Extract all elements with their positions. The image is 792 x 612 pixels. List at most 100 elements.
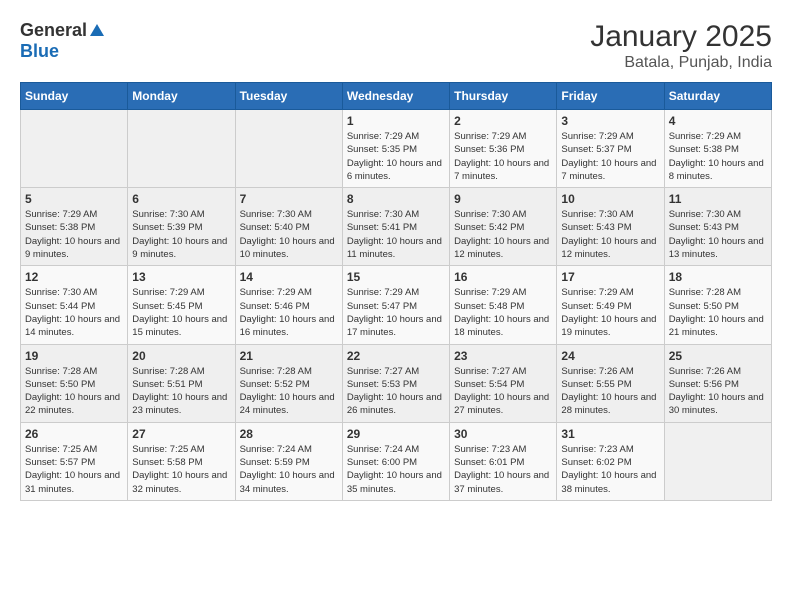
calendar-day-cell: 25Sunrise: 7:26 AMSunset: 5:56 PMDayligh… [664,344,771,422]
day-detail: Sunrise: 7:30 AMSunset: 5:40 PMDaylight:… [240,208,338,261]
calendar-day-cell: 26 Sunrise: 7:25 AMSunset: 5:57 PMDayligh… [21,422,128,500]
day-number: 5 [25,192,123,206]
day-number: 21 [240,349,338,363]
calendar-day-cell: 11Sunrise: 7:30 AMSunset: 5:43 PMDayligh… [664,188,771,266]
weekday-header: Tuesday [235,83,342,110]
day-number: 20 [132,349,230,363]
day-number: 13 [132,270,230,284]
weekday-header: Monday [128,83,235,110]
day-number: 7 [240,192,338,206]
calendar-day-cell: 19 Sunrise: 7:28 AMSunset: 5:50 PMDayligh… [21,344,128,422]
day-number: 28 [240,427,338,441]
calendar-title: January 2025 [590,20,772,54]
day-number: 4 [669,114,767,128]
day-number: 29 [347,427,445,441]
day-detail: Sunrise: 7:30 AMSunset: 5:43 PMDaylight:… [561,208,659,261]
day-number: 1 [347,114,445,128]
calendar-week-row: 1 Sunrise: 7:29 AMSunset: 5:35 PMDaylight… [21,110,772,188]
day-detail: Sunrise: 7:25 AMSunset: 5:58 PMDaylight:… [132,443,230,496]
day-detail: Sunrise: 7:25 AMSunset: 5:57 PMDaylight:… [25,443,123,496]
day-number: 31 [561,427,659,441]
calendar-week-row: 12Sunrise: 7:30 AMSunset: 5:44 PMDayligh… [21,266,772,344]
day-detail: Sunrise: 7:29 AMSunset: 5:38 PMDaylight:… [25,208,123,261]
day-number: 15 [347,270,445,284]
day-detail: Sunrise: 7:29 AMSunset: 5:36 PMDaylight:… [454,130,552,183]
weekday-header: Friday [557,83,664,110]
day-detail: Sunrise: 7:30 AMSunset: 5:42 PMDaylight:… [454,208,552,261]
calendar-day-cell: 9 Sunrise: 7:30 AMSunset: 5:42 PMDaylight… [450,188,557,266]
day-number: 30 [454,427,552,441]
day-number: 23 [454,349,552,363]
day-number: 14 [240,270,338,284]
calendar-day-cell: 28 Sunrise: 7:24 AMSunset: 5:59 PMDayligh… [235,422,342,500]
calendar-day-cell: 15Sunrise: 7:29 AMSunset: 5:47 PMDayligh… [342,266,449,344]
day-detail: Sunrise: 7:27 AMSunset: 5:54 PMDaylight:… [454,365,552,418]
page-header: General Blue January 2025 Batala, Punjab… [20,20,772,72]
calendar-day-cell [128,110,235,188]
day-number: 19 [25,349,123,363]
day-number: 18 [669,270,767,284]
day-number: 12 [25,270,123,284]
day-number: 11 [669,192,767,206]
calendar-week-row: 19 Sunrise: 7:28 AMSunset: 5:50 PMDayligh… [21,344,772,422]
day-detail: Sunrise: 7:24 AMSunset: 5:59 PMDaylight:… [240,443,338,496]
day-detail: Sunrise: 7:28 AMSunset: 5:50 PMDaylight:… [25,365,123,418]
calendar-day-cell: 21 Sunrise: 7:28 AMSunset: 5:52 PMDayligh… [235,344,342,422]
day-detail: Sunrise: 7:29 AMSunset: 5:45 PMDaylight:… [132,286,230,339]
title-block: January 2025 Batala, Punjab, India [590,20,772,72]
calendar-day-cell: 29 Sunrise: 7:24 AMSunset: 6:00 PMDayligh… [342,422,449,500]
day-number: 22 [347,349,445,363]
day-number: 2 [454,114,552,128]
calendar-day-cell [664,422,771,500]
calendar-week-row: 5 Sunrise: 7:29 AMSunset: 5:38 PMDaylight… [21,188,772,266]
weekday-header: Wednesday [342,83,449,110]
calendar-day-cell: 6 Sunrise: 7:30 AMSunset: 5:39 PMDaylight… [128,188,235,266]
day-detail: Sunrise: 7:29 AMSunset: 5:35 PMDaylight:… [347,130,445,183]
calendar-day-cell: 10 Sunrise: 7:30 AMSunset: 5:43 PMDayligh… [557,188,664,266]
day-number: 25 [669,349,767,363]
day-detail: Sunrise: 7:27 AMSunset: 5:53 PMDaylight:… [347,365,445,418]
day-number: 9 [454,192,552,206]
day-number: 16 [454,270,552,284]
calendar-day-cell: 22 Sunrise: 7:27 AMSunset: 5:53 PMDayligh… [342,344,449,422]
weekday-header: Saturday [664,83,771,110]
calendar-day-cell: 18 Sunrise: 7:28 AMSunset: 5:50 PMDayligh… [664,266,771,344]
day-number: 17 [561,270,659,284]
calendar-day-cell [21,110,128,188]
calendar-day-cell: 3Sunrise: 7:29 AMSunset: 5:37 PMDaylight… [557,110,664,188]
calendar-day-cell: 20 Sunrise: 7:28 AMSunset: 5:51 PMDayligh… [128,344,235,422]
day-detail: Sunrise: 7:24 AMSunset: 6:00 PMDaylight:… [347,443,445,496]
logo-general-text: General [20,20,87,41]
day-detail: Sunrise: 7:29 AMSunset: 5:37 PMDaylight:… [561,130,659,183]
logo-blue-text: Blue [20,41,59,61]
day-number: 10 [561,192,659,206]
day-detail: Sunrise: 7:28 AMSunset: 5:50 PMDaylight:… [669,286,767,339]
weekday-header: Sunday [21,83,128,110]
day-number: 6 [132,192,230,206]
day-number: 26 [25,427,123,441]
calendar-day-cell: 16 Sunrise: 7:29 AMSunset: 5:48 PMDayligh… [450,266,557,344]
day-detail: Sunrise: 7:29 AMSunset: 5:46 PMDaylight:… [240,286,338,339]
day-detail: Sunrise: 7:28 AMSunset: 5:51 PMDaylight:… [132,365,230,418]
calendar-day-cell: 2 Sunrise: 7:29 AMSunset: 5:36 PMDaylight… [450,110,557,188]
day-detail: Sunrise: 7:30 AMSunset: 5:39 PMDaylight:… [132,208,230,261]
logo-triangle-icon [90,24,104,36]
calendar-table: SundayMondayTuesdayWednesdayThursdayFrid… [20,82,772,501]
weekday-header: Thursday [450,83,557,110]
day-number: 24 [561,349,659,363]
day-detail: Sunrise: 7:30 AMSunset: 5:41 PMDaylight:… [347,208,445,261]
calendar-day-cell: 23 Sunrise: 7:27 AMSunset: 5:54 PMDayligh… [450,344,557,422]
day-detail: Sunrise: 7:26 AMSunset: 5:55 PMDaylight:… [561,365,659,418]
calendar-day-cell: 7 Sunrise: 7:30 AMSunset: 5:40 PMDaylight… [235,188,342,266]
calendar-day-cell: 8Sunrise: 7:30 AMSunset: 5:41 PMDaylight… [342,188,449,266]
calendar-day-cell: 4Sunrise: 7:29 AMSunset: 5:38 PMDaylight… [664,110,771,188]
calendar-day-cell: 12Sunrise: 7:30 AMSunset: 5:44 PMDayligh… [21,266,128,344]
day-number: 27 [132,427,230,441]
day-detail: Sunrise: 7:29 AMSunset: 5:49 PMDaylight:… [561,286,659,339]
day-detail: Sunrise: 7:28 AMSunset: 5:52 PMDaylight:… [240,365,338,418]
day-detail: Sunrise: 7:29 AMSunset: 5:48 PMDaylight:… [454,286,552,339]
calendar-day-cell [235,110,342,188]
calendar-day-cell: 31 Sunrise: 7:23 AMSunset: 6:02 PMDayligh… [557,422,664,500]
calendar-day-cell: 13 Sunrise: 7:29 AMSunset: 5:45 PMDayligh… [128,266,235,344]
day-detail: Sunrise: 7:23 AMSunset: 6:02 PMDaylight:… [561,443,659,496]
